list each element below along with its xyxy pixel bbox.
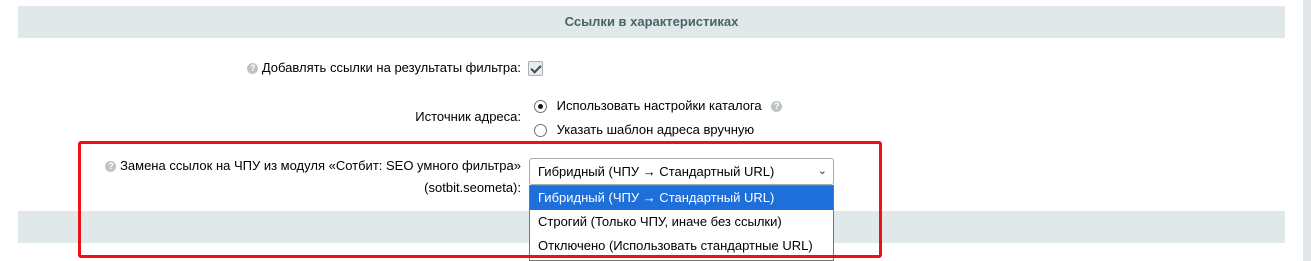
settings-form: Ссылки в характеристиках ? Добавлять ссы… bbox=[0, 0, 1311, 261]
radio-option-label: Указать шаблон адреса вручную bbox=[556, 122, 755, 137]
radio-option-manual-template[interactable]: Указать шаблон адреса вручную bbox=[534, 122, 755, 138]
highlight-box bbox=[78, 141, 882, 258]
help-icon[interactable]: ? bbox=[247, 63, 259, 75]
address-source-label: Источник адреса: bbox=[415, 109, 521, 124]
help-icon[interactable]: ? bbox=[771, 101, 783, 113]
add-links-label-text: Добавлять ссылки на результаты фильтра: bbox=[261, 60, 521, 75]
row-add-links-label: ? Добавлять ссылки на результаты фильтра… bbox=[240, 60, 521, 75]
scrollbar-track bbox=[1303, 0, 1311, 261]
radio-button[interactable] bbox=[534, 124, 547, 138]
section-header-links: Ссылки в характеристиках bbox=[18, 6, 1285, 38]
add-links-checkbox[interactable] bbox=[528, 61, 543, 76]
radio-option-catalog-settings[interactable]: Использовать настройки каталога ? bbox=[534, 98, 783, 114]
radio-button[interactable] bbox=[534, 100, 547, 114]
radio-option-label: Использовать настройки каталога bbox=[556, 98, 762, 113]
